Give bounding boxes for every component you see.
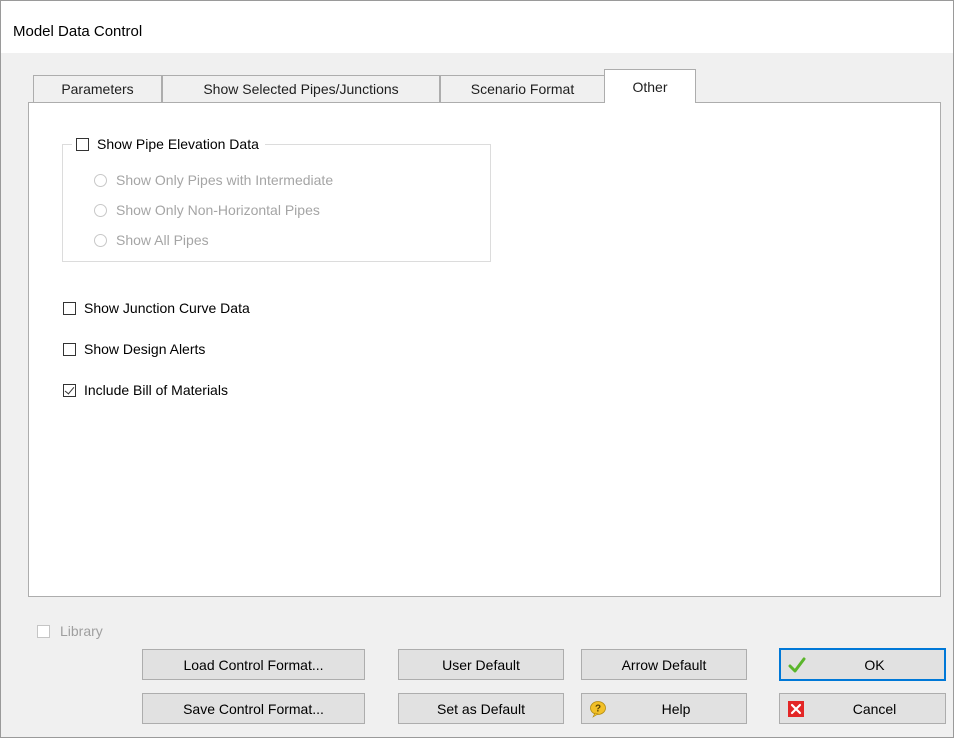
include-bill-of-materials-checkbox[interactable] — [63, 383, 76, 397]
library-row[interactable]: Library — [37, 623, 103, 639]
tab-other[interactable]: Other — [604, 69, 696, 103]
help-button[interactable]: ? Help — [581, 693, 747, 724]
user-default-button[interactable]: User Default — [398, 649, 564, 680]
radio-button[interactable] — [94, 203, 107, 217]
check-mark-icon — [64, 383, 75, 395]
show-junction-curve-row[interactable]: Show Junction Curve Data — [63, 300, 250, 316]
radio-button[interactable] — [94, 233, 107, 247]
show-design-alerts-row[interactable]: Show Design Alerts — [63, 341, 205, 357]
arrow-default-button[interactable]: Arrow Default — [581, 649, 747, 680]
radio-label: Show Only Pipes with Intermediate — [116, 172, 334, 188]
show-junction-curve-label: Show Junction Curve Data — [84, 300, 250, 316]
save-control-format-button[interactable]: Save Control Format... — [142, 693, 365, 724]
tab-parameters[interactable]: Parameters — [33, 75, 162, 102]
tab-show-selected-pipes-junctions[interactable]: Show Selected Pipes/Junctions — [162, 75, 440, 102]
svg-text:?: ? — [595, 703, 601, 714]
pipe-elevation-legend[interactable]: Show Pipe Elevation Data — [72, 134, 265, 154]
show-pipe-elevation-label: Show Pipe Elevation Data — [97, 136, 259, 152]
title-bar: Model Data Control — [1, 1, 953, 53]
checkmark-icon — [788, 657, 806, 672]
ok-label: OK — [864, 656, 885, 673]
set-as-default-button[interactable]: Set as Default — [398, 693, 564, 724]
tab-panel-other: Show Pipe Elevation Data Show Only Pipes… — [28, 102, 941, 597]
radio-label: Show All Pipes — [116, 232, 209, 248]
load-control-format-button[interactable]: Load Control Format... — [142, 649, 365, 680]
radio-option-intermediate[interactable]: Show Only Pipes with Intermediate — [94, 172, 333, 188]
radio-option-all-pipes[interactable]: Show All Pipes — [94, 232, 209, 248]
pipe-elevation-group: Show Pipe Elevation Data Show Only Pipes… — [62, 134, 491, 262]
show-junction-curve-checkbox[interactable] — [63, 301, 76, 315]
cancel-button[interactable]: Cancel — [779, 693, 946, 724]
include-bill-of-materials-row[interactable]: Include Bill of Materials — [63, 382, 228, 398]
cancel-label: Cancel — [852, 700, 897, 717]
show-design-alerts-label: Show Design Alerts — [84, 341, 206, 357]
radio-option-non-horizontal[interactable]: Show Only Non-Horizontal Pipes — [94, 202, 320, 218]
tab-scenario-format[interactable]: Scenario Format — [440, 75, 605, 102]
library-label: Library — [60, 623, 103, 639]
radio-label: Show Only Non-Horizontal Pipes — [116, 202, 320, 218]
show-design-alerts-checkbox[interactable] — [63, 342, 76, 356]
dialog-window: Model Data Control Parameters Show Selec… — [0, 0, 954, 738]
library-checkbox[interactable] — [37, 624, 50, 638]
ok-button[interactable]: OK — [779, 648, 946, 681]
radio-button[interactable] — [94, 173, 107, 187]
dialog-title: Model Data Control — [13, 23, 143, 40]
include-bill-of-materials-label: Include Bill of Materials — [84, 382, 228, 398]
help-label: Help — [661, 700, 691, 717]
red-x-icon — [788, 700, 804, 717]
show-pipe-elevation-checkbox[interactable] — [76, 137, 89, 151]
question-bubble-icon: ? — [590, 700, 606, 718]
